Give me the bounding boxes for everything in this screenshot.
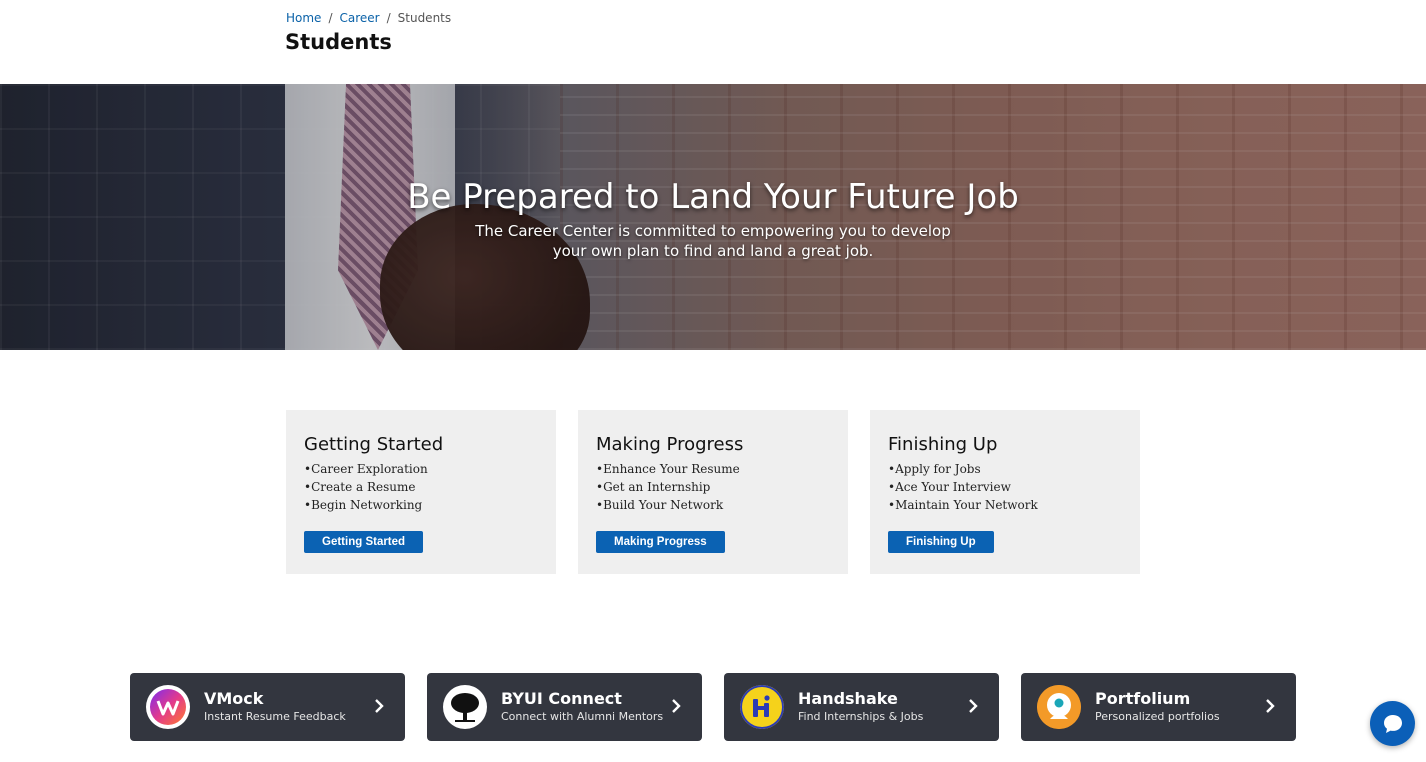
hero-subtitle-line: The Career Center is committed to empowe… (475, 222, 951, 240)
card-title: Making Progress (596, 434, 744, 455)
breadcrumb-current: Students (397, 11, 452, 25)
stage-cards: Getting Started Career Exploration Creat… (286, 410, 1140, 574)
getting-started-button[interactable]: Getting Started (304, 531, 424, 553)
hero-subtitle: The Career Center is committed to empowe… (463, 221, 963, 261)
card-list-item: Apply for Jobs (888, 460, 1122, 478)
portfolium-link[interactable]: Portfolium Personalized portfolios (1021, 673, 1296, 741)
hero-banner: Be Prepared to Land Your Future Job The … (0, 84, 1426, 350)
chat-bubble-icon (1383, 714, 1402, 733)
chevron-right-icon (1266, 699, 1275, 713)
byui-connect-link[interactable]: BYUI Connect Connect with Alumni Mentors (427, 673, 702, 741)
link-name: BYUI Connect (501, 689, 622, 708)
vmock-link[interactable]: VMock Instant Resume Feedback (130, 673, 405, 741)
hero-overlay (0, 84, 1426, 350)
link-description: Connect with Alumni Mentors (501, 710, 664, 723)
card-title: Finishing Up (888, 434, 998, 455)
making-progress-button[interactable]: Making Progress (596, 531, 725, 553)
link-name: Handshake (798, 689, 898, 708)
chevron-right-icon (672, 699, 681, 713)
hero-title: Be Prepared to Land Your Future Job (407, 177, 1019, 217)
resource-links: VMock Instant Resume Feedback BYUI Conne… (130, 673, 1296, 741)
page-title: Students (285, 30, 392, 54)
card-getting-started: Getting Started Career Exploration Creat… (286, 410, 556, 574)
link-name: Portfolium (1095, 689, 1191, 708)
chat-button[interactable] (1370, 701, 1415, 746)
card-list: Apply for Jobs Ace Your Interview Mainta… (888, 460, 1122, 514)
breadcrumb: Home / Career / Students (286, 11, 451, 25)
handshake-logo-icon (740, 685, 784, 729)
card-making-progress: Making Progress Enhance Your Resume Get … (578, 410, 848, 574)
card-title: Getting Started (304, 434, 444, 455)
chevron-right-icon (375, 699, 384, 713)
breadcrumb-separator: / (386, 11, 391, 25)
portfolium-logo-icon (1037, 685, 1081, 729)
card-list-item: Begin Networking (304, 496, 538, 514)
card-list-item: Create a Resume (304, 478, 538, 496)
card-finishing-up: Finishing Up Apply for Jobs Ace Your Int… (870, 410, 1140, 574)
hero-subtitle-line: your own plan to find and land a great j… (552, 242, 874, 260)
link-description: Personalized portfolios (1095, 710, 1220, 723)
card-list-item: Get an Internship (596, 478, 830, 496)
card-list-item: Career Exploration (304, 460, 538, 478)
chevron-right-icon (969, 699, 978, 713)
link-description: Find Internships & Jobs (798, 710, 924, 723)
card-list-item: Ace Your Interview (888, 478, 1122, 496)
link-description: Instant Resume Feedback (204, 710, 346, 723)
tree-logo-icon (443, 685, 487, 729)
breadcrumb-career-link[interactable]: Career (339, 11, 379, 25)
breadcrumb-separator: / (328, 11, 333, 25)
card-list-item: Maintain Your Network (888, 496, 1122, 514)
page-header: Home / Career / Students Students (0, 0, 1426, 84)
vmock-logo-icon (146, 685, 190, 729)
handshake-link[interactable]: Handshake Find Internships & Jobs (724, 673, 999, 741)
card-list: Enhance Your Resume Get an Internship Bu… (596, 460, 830, 514)
breadcrumb-home-link[interactable]: Home (286, 11, 321, 25)
card-list: Career Exploration Create a Resume Begin… (304, 460, 538, 514)
finishing-up-button[interactable]: Finishing Up (888, 531, 994, 553)
card-list-item: Enhance Your Resume (596, 460, 830, 478)
link-name: VMock (204, 689, 264, 708)
card-list-item: Build Your Network (596, 496, 830, 514)
